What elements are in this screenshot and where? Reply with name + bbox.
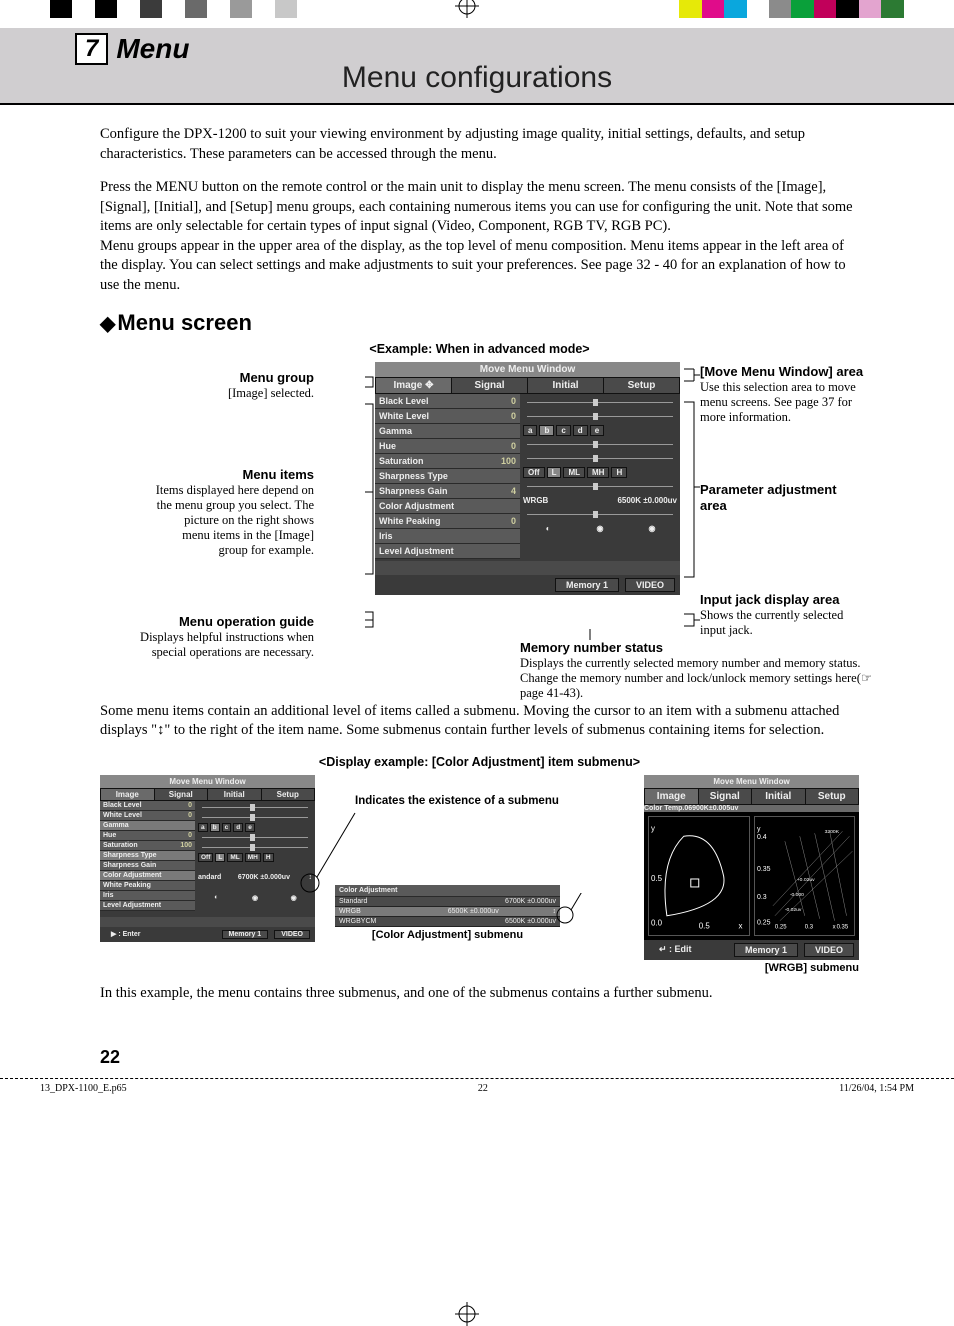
menu-screen-diagram: Menu group[Image] selected. Menu itemsIt…	[150, 362, 859, 692]
section-heading-menu-screen: Menu screen	[100, 310, 859, 336]
submenu-middle: Indicates the existence of a submenu Col…	[335, 775, 624, 941]
cie-locus-plot: y 0.5 0.0 0.5 x	[648, 816, 750, 936]
cie-chart: y 0.5 0.0 0.5 x y 0.4 0.35 0.3	[644, 812, 859, 940]
svg-text:0.4: 0.4	[756, 834, 766, 841]
svg-text:0.5: 0.5	[699, 921, 711, 930]
svg-text:-0.000: -0.000	[789, 892, 803, 898]
osd-small-left: Move Menu Window ImageSignalInitialSetup…	[100, 775, 315, 942]
svg-text:y: y	[651, 824, 655, 833]
callout-menu-group: Menu group[Image] selected.	[228, 370, 314, 401]
intro-paragraph-2: Press the MENU button on the remote cont…	[100, 178, 859, 295]
submenu-indicator-label: Indicates the existence of a submenu	[355, 795, 559, 807]
svg-text:0.3: 0.3	[804, 924, 813, 930]
callout-menu-items: Menu itemsItems displayed here depend on…	[154, 467, 314, 558]
osd-item-list[interactable]: Black Level0White Level0GammaHue0Saturat…	[375, 394, 520, 559]
submenu-paragraph: Some menu items contain an additional le…	[100, 702, 859, 741]
svg-text:0.0: 0.0	[651, 918, 663, 927]
svg-text:-0.02uv: -0.02uv	[784, 906, 801, 912]
callout-input-jack: Input jack display areaShows the current…	[700, 592, 870, 638]
callout-parameter-area: Parameter adjustment area	[700, 482, 859, 514]
callout-move-window: [Move Menu Window] areaUse this selectio…	[700, 364, 875, 425]
svg-text:y: y	[756, 826, 760, 833]
osd-memory-status[interactable]: Memory 1	[555, 578, 619, 592]
chapter-title: Menu	[116, 33, 189, 64]
svg-text:x: x	[739, 921, 743, 930]
osd-input-jack: VIDEO	[625, 578, 675, 592]
page-title: Menu configurations	[0, 61, 954, 95]
wrgb-caption: [WRGB] submenu	[644, 962, 859, 974]
svg-text:0.5: 0.5	[651, 874, 663, 883]
osd-guide-bar	[375, 561, 680, 575]
registration-mark-icon	[455, 1302, 479, 1326]
osd-small-left-wrap: Move Menu Window ImageSignalInitialSetup…	[100, 775, 315, 942]
submenu-examples: Move Menu Window ImageSignalInitialSetup…	[100, 775, 859, 974]
osd-main: Move Menu Window Image ✥SignalInitialSet…	[375, 362, 680, 595]
osd-title: Move Menu Window	[375, 362, 680, 377]
osd-tabs[interactable]: Image ✥SignalInitialSetup	[375, 377, 680, 394]
osd-parameter-area[interactable]: abcdeOffLMLMHHWRGB6500K ±0.000uv◐◉◉	[520, 394, 680, 559]
svg-text:+0.02uv: +0.02uv	[796, 877, 814, 883]
svg-text:0.3: 0.3	[756, 894, 766, 901]
osd-wrgb-wrap: Move Menu Window ImageSignalInitialSetup…	[644, 775, 859, 974]
registration-mark-icon	[455, 0, 479, 18]
svg-text:0.25: 0.25	[756, 919, 770, 926]
osd-guide-text: ▶ : Enter	[105, 930, 216, 939]
example-caption: <Example: When in advanced mode>	[100, 342, 859, 356]
page-header: 7 Menu Menu configurations	[0, 28, 954, 105]
footer-timestamp: 11/26/04, 1:54 PM	[839, 1083, 914, 1094]
svg-text:x: x	[832, 924, 835, 930]
callout-operation-guide: Menu operation guideDisplays helpful ins…	[134, 614, 314, 660]
callout-memory-status: Memory number statusDisplays the current…	[520, 640, 880, 701]
osd-guide-edit: ↵ : Edit	[649, 943, 728, 957]
svg-text:0.35: 0.35	[836, 924, 848, 930]
page-number: 22	[0, 1017, 954, 1078]
closing-paragraph: In this example, the menu contains three…	[100, 984, 859, 1004]
intro-paragraph-1: Configure the DPX-1200 to suit your view…	[100, 125, 859, 164]
wrgb-submenu-osd: Move Menu Window ImageSignalInitialSetup…	[644, 775, 859, 960]
svg-text:0.35: 0.35	[756, 866, 770, 873]
footer-filename: 13_DPX-1100_E.p65	[40, 1083, 127, 1094]
chapter-number: 7	[75, 33, 108, 65]
print-footer: 13_DPX-1100_E.p65 22 11/26/04, 1:54 PM	[0, 1078, 954, 1098]
submenu-caption: <Display example: [Color Adjustment] ite…	[100, 755, 859, 769]
color-temp-grid-plot: y 0.4 0.35 0.3 0.25 0.25 0.3 x 0.35	[754, 816, 856, 936]
color-adj-caption: [Color Adjustment] submenu	[335, 929, 560, 941]
osd-small-item-list[interactable]: Black Level0White Level0GammaHue0Saturat…	[100, 801, 195, 915]
svg-text:0.25: 0.25	[774, 924, 786, 930]
svg-text:3200K: 3200K	[824, 829, 839, 835]
osd-footer: Memory 1 VIDEO	[375, 575, 680, 595]
footer-pagenum: 22	[478, 1083, 488, 1094]
